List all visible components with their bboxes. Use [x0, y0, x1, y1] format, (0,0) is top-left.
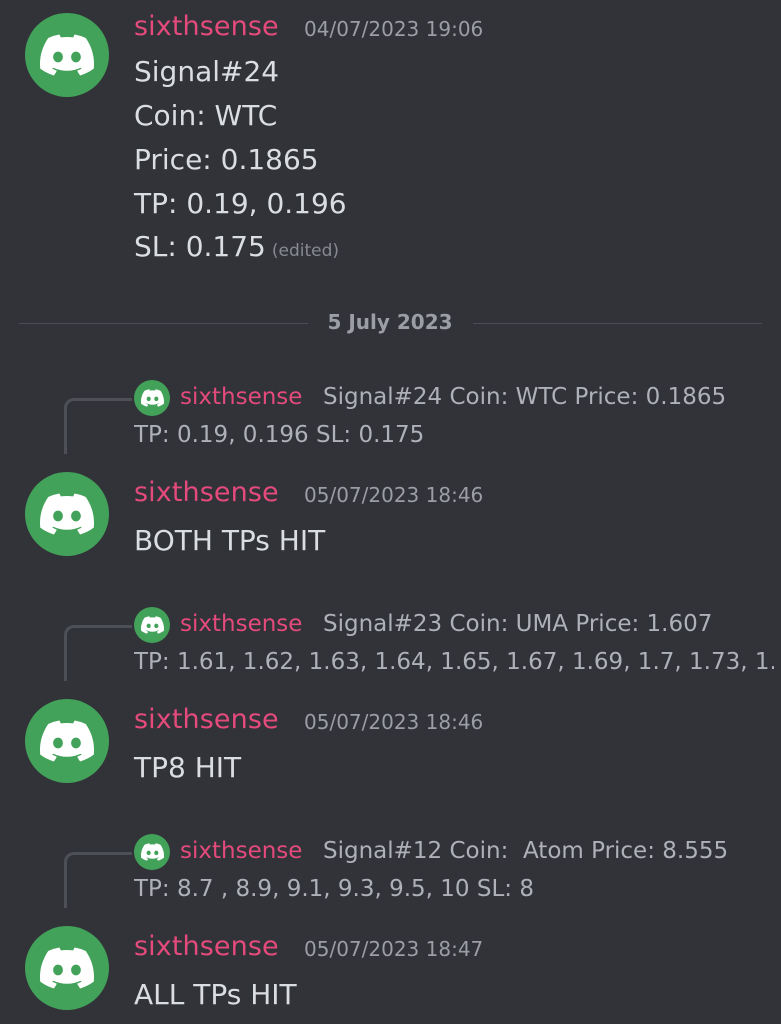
avatar[interactable]	[25, 926, 109, 1010]
timestamp: 05/07/2023 18:46	[304, 710, 484, 734]
message-line: Signal#24	[134, 55, 280, 88]
timestamp: 05/07/2023 18:47	[304, 937, 484, 961]
date-divider-label: 5 July 2023	[327, 310, 453, 334]
message-text: TP8 HIT	[134, 751, 242, 784]
reply-spine	[64, 852, 132, 908]
date-divider-line-right	[473, 323, 762, 324]
discord-logo-icon	[141, 616, 164, 634]
reply-preview[interactable]: Signal#23 Coin: UMA Price: 1.607	[323, 611, 712, 637]
reply-preview[interactable]: TP: 1.61, 1.62, 1.63, 1.64, 1.65, 1.67, …	[134, 649, 774, 675]
reply-spine	[64, 398, 132, 454]
date-divider-line-left	[19, 323, 308, 324]
discord-logo-icon	[40, 947, 94, 989]
message-text: BOTH TPs HIT	[134, 524, 326, 557]
author-name[interactable]: sixthsense	[134, 704, 279, 735]
reply-author-name[interactable]: sixthsense	[180, 384, 302, 410]
reply-avatar[interactable]	[134, 834, 170, 870]
edited-label: (edited)	[271, 241, 340, 261]
avatar[interactable]	[25, 13, 109, 97]
author-name[interactable]: sixthsense	[134, 477, 279, 508]
reply-preview[interactable]: TP: 8.7 , 8.9, 9.1, 9.3, 9.5, 10 SL: 8	[134, 876, 534, 902]
discord-logo-icon	[141, 843, 164, 861]
message-line: Coin: WTC	[134, 99, 278, 132]
reply-avatar[interactable]	[134, 607, 170, 643]
reply-preview[interactable]: TP: 0.19, 0.196 SL: 0.175	[134, 422, 424, 448]
author-name[interactable]: sixthsense	[134, 931, 279, 962]
discord-logo-icon	[40, 34, 94, 76]
discord-logo-icon	[40, 493, 94, 535]
message-line-text: SL: 0.175	[134, 230, 266, 263]
reply-author-name[interactable]: sixthsense	[180, 838, 302, 864]
timestamp: 05/07/2023 18:46	[304, 483, 484, 507]
timestamp: 04/07/2023 19:06	[304, 17, 484, 41]
discord-logo-icon	[40, 720, 94, 762]
message-line: SL: 0.175 (edited)	[134, 230, 339, 263]
reply-preview[interactable]: Signal#12 Coin: Atom Price: 8.555	[323, 838, 728, 864]
message-line: TP: 0.19, 0.196	[134, 187, 347, 220]
message-line: Price: 0.1865	[134, 143, 319, 176]
reply-preview[interactable]: Signal#24 Coin: WTC Price: 0.1865	[323, 384, 726, 410]
discord-logo-icon	[141, 389, 164, 407]
reply-author-name[interactable]: sixthsense	[180, 611, 302, 637]
avatar[interactable]	[25, 699, 109, 783]
message-text: ALL TPs HIT	[134, 978, 297, 1011]
avatar[interactable]	[25, 472, 109, 556]
reply-spine	[64, 625, 132, 681]
author-name[interactable]: sixthsense	[134, 11, 279, 42]
reply-avatar[interactable]	[134, 380, 170, 416]
